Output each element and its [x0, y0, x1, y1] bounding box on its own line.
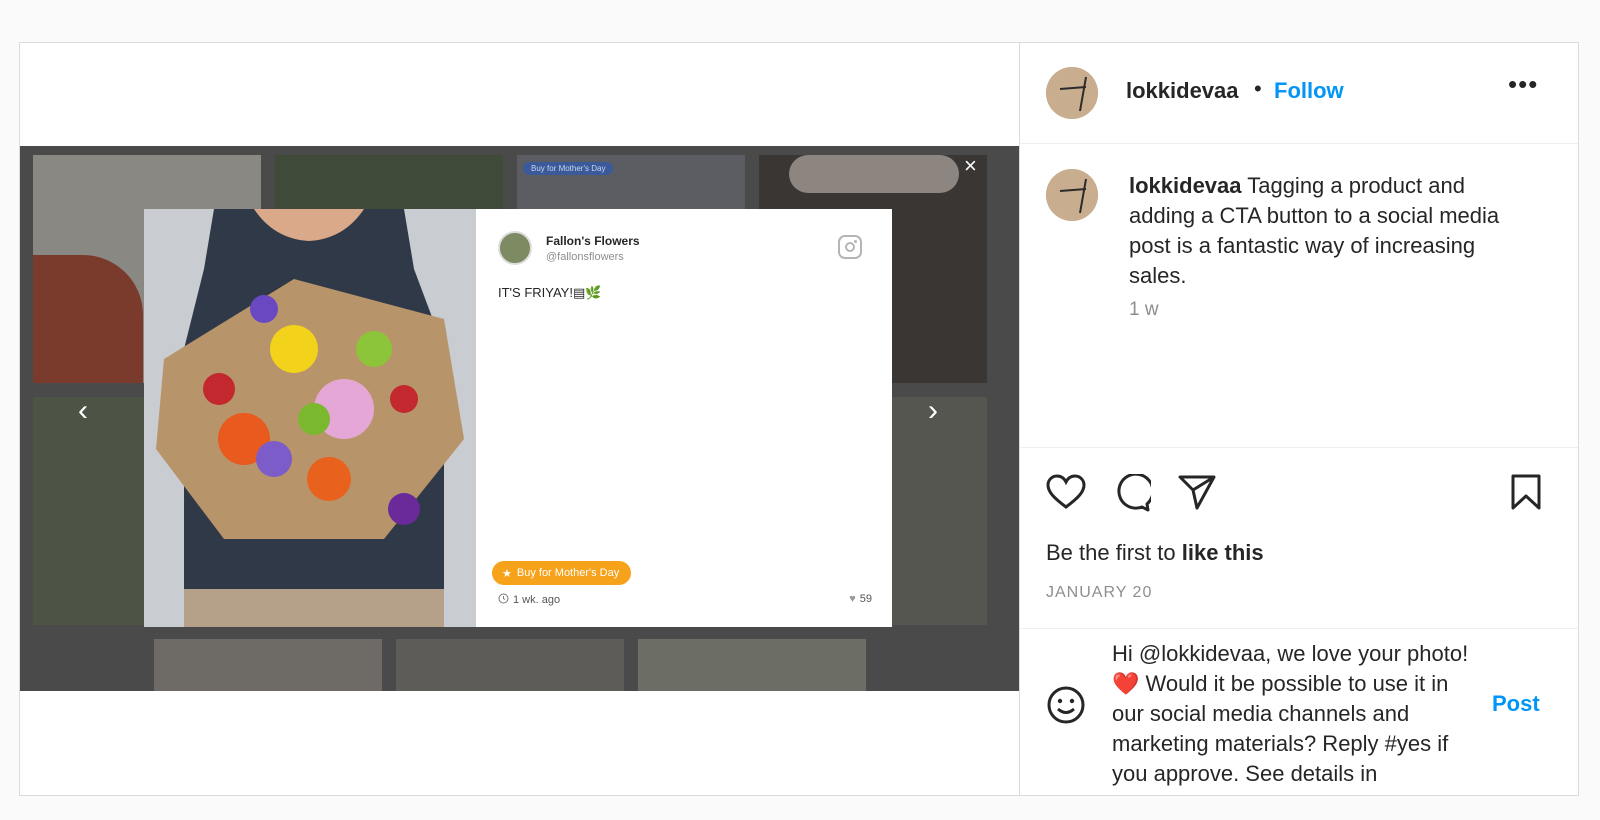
caption-timestamp[interactable]: 1 w	[1129, 299, 1159, 321]
like-this-link[interactable]: like this	[1182, 540, 1264, 565]
modal-likes: ♥ 59	[849, 593, 872, 605]
account-name[interactable]: Fallon's Flowers	[546, 234, 640, 248]
account-handle[interactable]: @fallonsflowers	[546, 251, 624, 263]
heart-icon[interactable]: ♥	[849, 593, 856, 605]
post-actions: Be the first to like this JANUARY 20	[1020, 447, 1578, 628]
post-dialog: Buy for Mother's Day × ‹ › Fallon's Flow…	[19, 42, 1579, 796]
comment-icon[interactable]	[1113, 474, 1151, 512]
media-panel: Buy for Mother's Day × ‹ › Fallon's Flow…	[20, 43, 1019, 795]
caption-avatar[interactable]	[1046, 169, 1098, 221]
buy-button[interactable]: ★ Buy for Mother's Day	[492, 561, 632, 585]
likes-summary: Be the first to like this	[1046, 540, 1264, 566]
close-icon[interactable]: ×	[964, 153, 977, 179]
modal-likes-count: 59	[859, 593, 872, 605]
modal-time: 1 wk. ago	[498, 593, 560, 607]
star-icon: ★	[502, 567, 512, 580]
separator-dot: •	[1254, 76, 1262, 101]
gallery-tile	[638, 639, 866, 691]
comment-box: Hi @lokkidevaa, we love your photo! ❤️ W…	[1020, 628, 1578, 795]
modal-time-label: 1 wk. ago	[513, 594, 561, 606]
bouquet-photo	[144, 209, 476, 627]
username[interactable]: lokkidevaa	[1126, 78, 1239, 104]
comment-input[interactable]: Hi @lokkidevaa, we love your photo! ❤️ W…	[1112, 639, 1484, 789]
account-avatar	[498, 231, 532, 265]
bouquet-image	[144, 209, 476, 627]
post-sidebar: lokkidevaa • Follow ••• lokkidevaa Taggi…	[1019, 43, 1578, 795]
gallery-tile	[154, 639, 382, 691]
product-modal: Fallon's Flowers @fallonsflowers IT'S FR…	[144, 209, 892, 627]
chevron-left-icon[interactable]: ‹	[78, 396, 88, 426]
chevron-right-icon[interactable]: ›	[928, 396, 938, 426]
post-date[interactable]: JANUARY 20	[1046, 584, 1152, 602]
instagram-icon[interactable]	[838, 235, 862, 259]
emoji-icon[interactable]	[1046, 685, 1086, 725]
tile-badge: Buy for Mother's Day	[523, 162, 614, 175]
post-header: lokkidevaa • Follow •••	[1020, 43, 1578, 144]
post-comment-button[interactable]: Post	[1492, 691, 1540, 717]
caption-username[interactable]: lokkidevaa	[1129, 173, 1242, 198]
modal-details: Fallon's Flowers @fallonsflowers IT'S FR…	[476, 209, 892, 627]
buy-button-label: Buy for Mother's Day	[516, 567, 620, 579]
embedded-screenshot: Buy for Mother's Day × ‹ › Fallon's Flow…	[20, 146, 1019, 691]
gallery-tile	[396, 639, 624, 691]
likes-prefix: Be the first to	[1046, 540, 1182, 565]
post-caption: lokkidevaa Tagging a product and adding …	[1129, 171, 1509, 291]
clock-icon	[498, 593, 509, 607]
bookmark-icon[interactable]	[1510, 474, 1542, 510]
modal-caption: IT'S FRIYAY!▤🌿	[498, 285, 602, 300]
avatar[interactable]	[1046, 67, 1098, 119]
more-options-icon[interactable]: •••	[1508, 69, 1538, 100]
follow-button[interactable]: Follow	[1274, 78, 1344, 104]
heart-icon[interactable]	[1046, 474, 1086, 510]
share-icon[interactable]	[1178, 474, 1216, 510]
